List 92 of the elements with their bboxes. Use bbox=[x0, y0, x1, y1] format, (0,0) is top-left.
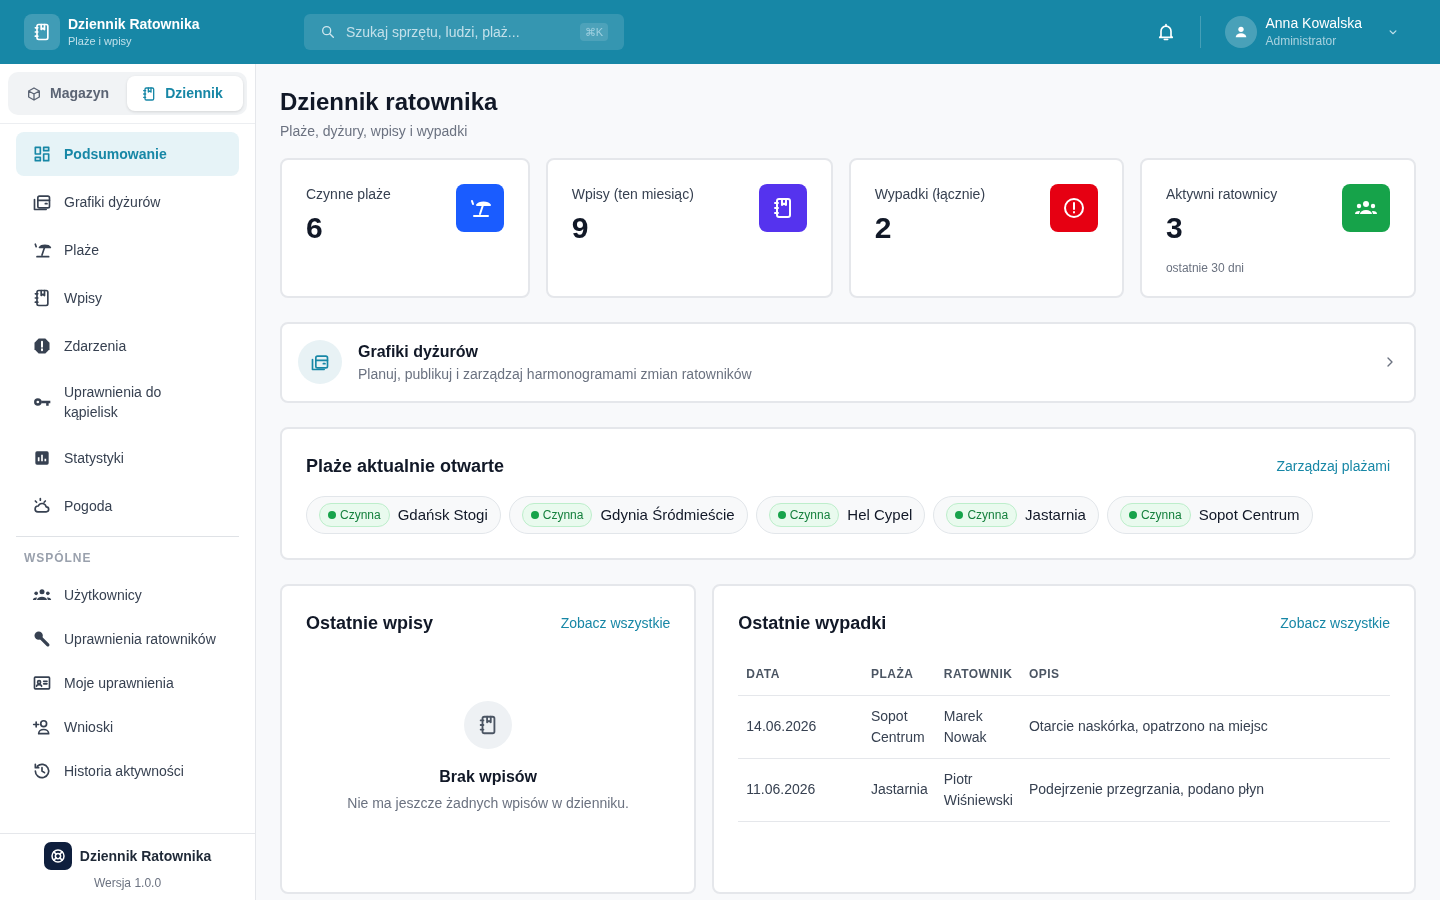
stat-value: 2 bbox=[874, 212, 893, 243]
nav-item[interactable]: Moje uprawnienia bbox=[16, 663, 239, 703]
calendar-icon bbox=[32, 192, 52, 212]
stat-value: 6 bbox=[306, 212, 324, 243]
nav-item[interactable]: Plaże bbox=[16, 228, 239, 272]
avatar-icon bbox=[1225, 16, 1258, 48]
app-title: Dziennik Ratownika bbox=[68, 14, 200, 33]
empty-text: Nie ma jeszcze żadnych wpisów w dzienniku. bbox=[347, 793, 629, 813]
section-heading: WSPÓLNE bbox=[23, 549, 93, 567]
status-pill: Czynna bbox=[946, 502, 1018, 527]
beach-chip[interactable]: Czynna Sopot Centrum bbox=[1106, 495, 1313, 534]
see-all-link[interactable]: Zobacz wszystkie bbox=[1280, 612, 1390, 634]
beach-chip[interactable]: Czynna Jastarnia bbox=[933, 495, 1099, 534]
schedule-card[interactable]: Grafiki dyżurów Planuj, publikuj i zarządzaj harmonogramami zmian ratowników bbox=[280, 321, 1416, 403]
stat-note: ostatnie 30 dni bbox=[1165, 259, 1245, 277]
column-header: OPIS bbox=[1028, 666, 1060, 681]
module-tab[interactable]: Magazyn bbox=[12, 76, 124, 111]
nav-item[interactable]: Pogoda bbox=[16, 484, 239, 528]
nav-item[interactable]: Zdarzenia bbox=[16, 324, 239, 368]
table-cell: Marek Nowak bbox=[943, 707, 987, 745]
beach-name: Sopot Centrum bbox=[1198, 504, 1300, 525]
nav-item[interactable]: Wnioski bbox=[16, 707, 239, 747]
user-menu[interactable]: Anna Kowalska Administrator bbox=[1225, 14, 1416, 50]
status-pill: Czynna bbox=[521, 502, 593, 527]
nav-item[interactable]: Uprawnienia do kąpielisk bbox=[16, 372, 239, 432]
notebook-icon bbox=[32, 22, 52, 42]
app-subtitle: Plaże i wpisy bbox=[68, 33, 133, 49]
table-cell: Sopot Centrum bbox=[870, 707, 925, 745]
beach-chip[interactable]: Czynna Gdynia Śródmieście bbox=[508, 495, 748, 534]
nav-item[interactable]: Użytkownicy bbox=[16, 575, 239, 615]
calendar-icon bbox=[298, 340, 342, 385]
manage-beaches-link[interactable]: Zarządzaj plażami bbox=[1276, 455, 1390, 477]
box-icon bbox=[26, 85, 42, 102]
page-subtitle: Plaże, dyżury, wpisy i wypadki bbox=[280, 121, 469, 141]
id-card-icon bbox=[32, 673, 52, 693]
search-field[interactable]: Szukaj sprzętu, ludzi, plaż... bbox=[344, 20, 572, 44]
search-icon bbox=[320, 24, 336, 40]
beach-name: Hel Cypel bbox=[847, 504, 913, 525]
alert-icon bbox=[32, 336, 52, 356]
user-name: Anna Kowalska bbox=[1265, 14, 1362, 32]
stat-value: 3 bbox=[1165, 212, 1184, 243]
shortcut-hint: ⌘K bbox=[579, 22, 608, 42]
bar-chart-icon bbox=[32, 448, 52, 468]
column-header: RATOWNIK bbox=[943, 666, 1013, 681]
weather-icon bbox=[32, 496, 52, 516]
table-cell: Piotr Wiśniewski bbox=[943, 770, 1013, 808]
nav-item[interactable]: Wpisy bbox=[16, 276, 239, 320]
user-role: Administrator bbox=[1265, 33, 1338, 50]
alert-icon bbox=[1061, 195, 1086, 220]
notebook-icon bbox=[32, 288, 52, 308]
add-user-icon bbox=[32, 717, 52, 737]
umbrella-icon bbox=[32, 240, 52, 260]
see-all-link[interactable]: Zobacz wszystkie bbox=[560, 612, 671, 634]
nav-item[interactable]: Uprawnienia ratowników bbox=[16, 619, 239, 659]
table-cell: 11.06.2026 bbox=[746, 781, 816, 798]
stat-label: Aktywni ratownicy bbox=[1165, 184, 1278, 204]
table-cell: Podejrzenie przegrzania, podano płyn bbox=[1028, 781, 1264, 798]
nav-item[interactable]: Historia aktywności bbox=[16, 751, 239, 791]
stat-label: Wpisy (ten miesiąc) bbox=[571, 184, 694, 204]
beach-name: Gdynia Śródmieście bbox=[600, 504, 735, 525]
status-pill: Czynna bbox=[319, 502, 390, 527]
stat-value: 9 bbox=[571, 212, 590, 243]
nav-item[interactable]: Grafiki dyżurów bbox=[16, 180, 239, 224]
wrench-icon bbox=[32, 629, 52, 649]
table-cell: 14.06.2026 bbox=[746, 718, 817, 735]
page-title: Dziennik ratownika bbox=[280, 88, 499, 117]
module-tab[interactable]: Dziennik bbox=[127, 76, 243, 111]
nav-item[interactable]: Podsumowanie bbox=[16, 132, 239, 176]
empty-title: Brak wpisów bbox=[439, 766, 538, 787]
section-title: Ostatnie wpisy bbox=[306, 611, 434, 635]
stat-label: Czynne plaże bbox=[306, 184, 391, 204]
section-title: Plaże aktualnie otwarte bbox=[306, 454, 505, 478]
history-icon bbox=[32, 761, 52, 781]
stat-label: Wypadki (łącznie) bbox=[874, 184, 986, 204]
beach-name: Gdańsk Stogi bbox=[397, 504, 488, 525]
table-cell: Jastarnia bbox=[870, 781, 928, 798]
card-description: Planuj, publikuj i zarządzaj harmonogramami zmian ratowników bbox=[358, 364, 753, 384]
section-title: Ostatnie wypadki bbox=[738, 611, 887, 635]
table-cell: Otarcie naskórka, opatrzono na miejsc bbox=[1028, 718, 1268, 735]
status-pill: Czynna bbox=[768, 502, 840, 527]
status-pill: Czynna bbox=[1119, 502, 1191, 527]
beach-chip[interactable]: Czynna Hel Cypel bbox=[755, 495, 926, 534]
beach-name: Jastarnia bbox=[1025, 504, 1086, 525]
lifebuoy-icon bbox=[43, 842, 72, 870]
version-text: Wersja 1.0.0 bbox=[92, 875, 163, 892]
column-header: PLAŻA bbox=[870, 666, 914, 681]
dashboard-icon bbox=[32, 144, 52, 164]
footer-app-name: Dziennik Ratownika bbox=[79, 846, 212, 866]
beach-chip[interactable]: Czynna Gdańsk Stogi bbox=[306, 495, 501, 534]
nav-item[interactable]: Statystyki bbox=[16, 436, 239, 480]
column-header: DATA bbox=[746, 666, 780, 681]
card-title: Grafiki dyżurów bbox=[358, 341, 480, 362]
